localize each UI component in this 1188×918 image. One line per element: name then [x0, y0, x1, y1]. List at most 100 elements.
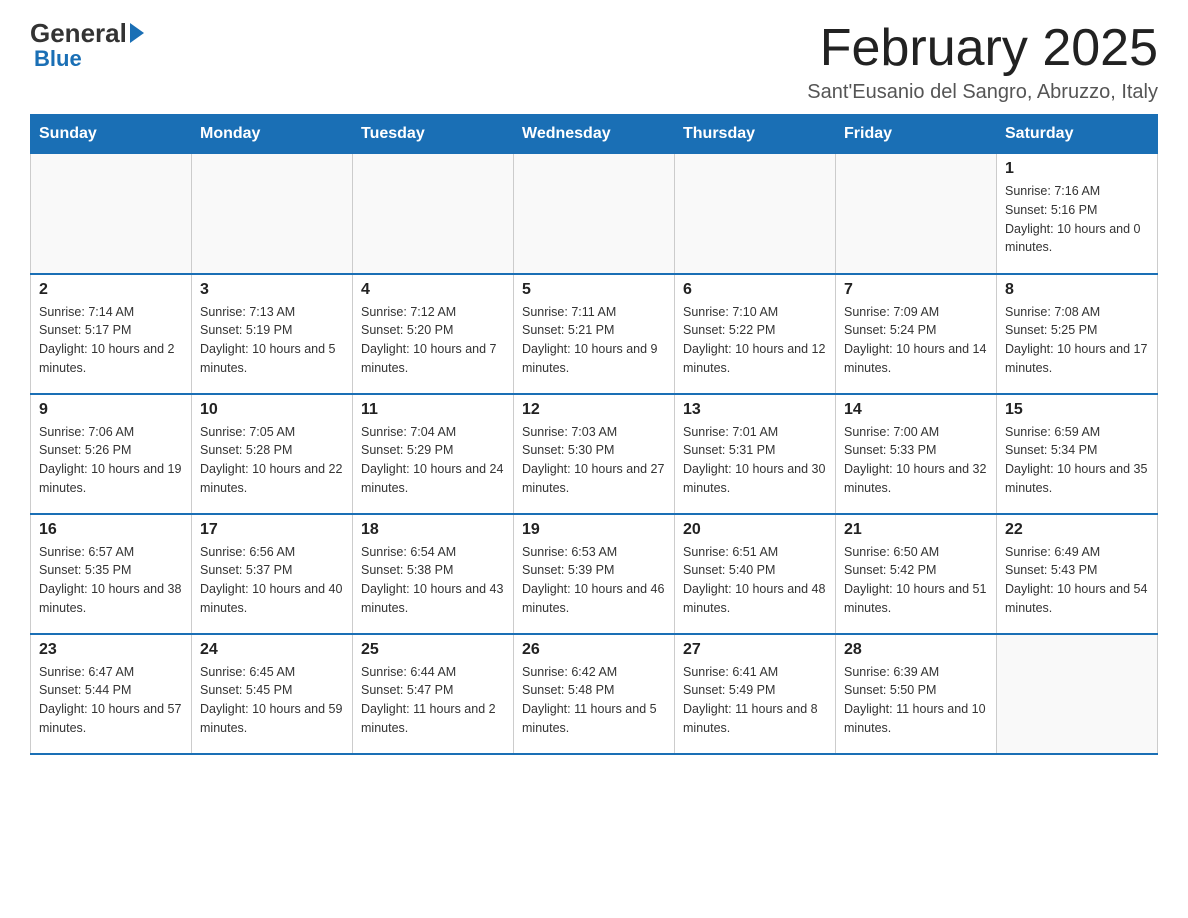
- col-sunday: Sunday: [31, 115, 192, 154]
- day-number-8: 8: [1005, 281, 1149, 299]
- logo-general-text: General: [30, 20, 127, 46]
- day-info-15: Sunrise: 6:59 AM Sunset: 5:34 PM Dayligh…: [1005, 423, 1149, 498]
- day-info-3: Sunrise: 7:13 AM Sunset: 5:19 PM Dayligh…: [200, 303, 344, 378]
- day-info-12: Sunrise: 7:03 AM Sunset: 5:30 PM Dayligh…: [522, 423, 666, 498]
- cell-week4-day2: 25 Sunrise: 6:44 AM Sunset: 5:47 PM Dayli…: [353, 634, 514, 754]
- day-number-18: 18: [361, 521, 505, 539]
- cell-week0-day0: [31, 154, 192, 274]
- day-number-16: 16: [39, 521, 183, 539]
- day-info-1: Sunrise: 7:16 AM Sunset: 5:16 PM Dayligh…: [1005, 182, 1149, 257]
- day-info-24: Sunrise: 6:45 AM Sunset: 5:45 PM Dayligh…: [200, 663, 344, 738]
- day-info-13: Sunrise: 7:01 AM Sunset: 5:31 PM Dayligh…: [683, 423, 827, 498]
- cell-week0-day3: [514, 154, 675, 274]
- cell-week1-day0: 2Sunrise: 7:14 AM Sunset: 5:17 PM Daylig…: [31, 274, 192, 394]
- day-number-10: 10: [200, 401, 344, 419]
- cell-week3-day1: 17Sunrise: 6:56 AM Sunset: 5:37 PM Dayli…: [192, 514, 353, 634]
- day-number-2: 2: [39, 281, 183, 299]
- cell-week1-day4: 6 Sunrise: 7:10 AM Sunset: 5:22 PM Daylig…: [675, 274, 836, 394]
- day-info-18: Sunrise: 6:54 AM Sunset: 5:38 PM Dayligh…: [361, 543, 505, 618]
- location-subtitle: Sant'Eusanio del Sangro, Abruzzo, Italy: [807, 81, 1158, 104]
- col-wednesday: Wednesday: [514, 115, 675, 154]
- cell-week1-day1: 3 Sunrise: 7:13 AM Sunset: 5:19 PM Daylig…: [192, 274, 353, 394]
- day-number-26: 26: [522, 641, 666, 659]
- day-info-14: Sunrise: 7:00 AM Sunset: 5:33 PM Dayligh…: [844, 423, 988, 498]
- week-row-0: 1 Sunrise: 7:16 AM Sunset: 5:16 PM Daylig…: [31, 154, 1158, 274]
- day-number-4: 4: [361, 281, 505, 299]
- day-number-23: 23: [39, 641, 183, 659]
- col-friday: Friday: [836, 115, 997, 154]
- day-info-6: Sunrise: 7:10 AM Sunset: 5:22 PM Dayligh…: [683, 303, 827, 378]
- cell-week1-day2: 4 Sunrise: 7:12 AM Sunset: 5:20 PM Daylig…: [353, 274, 514, 394]
- week-row-1: 2Sunrise: 7:14 AM Sunset: 5:17 PM Daylig…: [31, 274, 1158, 394]
- day-number-19: 19: [522, 521, 666, 539]
- cell-week3-day5: 21 Sunrise: 6:50 AM Sunset: 5:42 PM Dayli…: [836, 514, 997, 634]
- page-header: General Blue February 2025 Sant'Eusanio …: [30, 20, 1158, 104]
- cell-week4-day4: 27Sunrise: 6:41 AM Sunset: 5:49 PM Dayli…: [675, 634, 836, 754]
- day-info-23: Sunrise: 6:47 AM Sunset: 5:44 PM Dayligh…: [39, 663, 183, 738]
- cell-week3-day4: 20Sunrise: 6:51 AM Sunset: 5:40 PM Dayli…: [675, 514, 836, 634]
- cell-week2-day0: 9Sunrise: 7:06 AM Sunset: 5:26 PM Daylig…: [31, 394, 192, 514]
- cell-week3-day3: 19 Sunrise: 6:53 AM Sunset: 5:39 PM Dayli…: [514, 514, 675, 634]
- cell-week3-day6: 22 Sunrise: 6:49 AM Sunset: 5:43 PM Dayli…: [997, 514, 1158, 634]
- day-number-15: 15: [1005, 401, 1149, 419]
- col-tuesday: Tuesday: [353, 115, 514, 154]
- cell-week0-day2: [353, 154, 514, 274]
- col-monday: Monday: [192, 115, 353, 154]
- day-number-28: 28: [844, 641, 988, 659]
- day-info-8: Sunrise: 7:08 AM Sunset: 5:25 PM Dayligh…: [1005, 303, 1149, 378]
- day-info-11: Sunrise: 7:04 AM Sunset: 5:29 PM Dayligh…: [361, 423, 505, 498]
- cell-week2-day5: 14 Sunrise: 7:00 AM Sunset: 5:33 PM Dayli…: [836, 394, 997, 514]
- cell-week1-day6: 8 Sunrise: 7:08 AM Sunset: 5:25 PM Daylig…: [997, 274, 1158, 394]
- cell-week1-day3: 5Sunrise: 7:11 AM Sunset: 5:21 PM Daylig…: [514, 274, 675, 394]
- cell-week4-day3: 26 Sunrise: 6:42 AM Sunset: 5:48 PM Dayli…: [514, 634, 675, 754]
- day-number-24: 24: [200, 641, 344, 659]
- day-info-19: Sunrise: 6:53 AM Sunset: 5:39 PM Dayligh…: [522, 543, 666, 618]
- week-row-3: 16Sunrise: 6:57 AM Sunset: 5:35 PM Dayli…: [31, 514, 1158, 634]
- col-saturday: Saturday: [997, 115, 1158, 154]
- week-row-4: 23 Sunrise: 6:47 AM Sunset: 5:44 PM Dayli…: [31, 634, 1158, 754]
- cell-week4-day1: 24 Sunrise: 6:45 AM Sunset: 5:45 PM Dayli…: [192, 634, 353, 754]
- logo-general: General: [30, 20, 146, 46]
- week-row-2: 9Sunrise: 7:06 AM Sunset: 5:26 PM Daylig…: [31, 394, 1158, 514]
- cell-week0-day4: [675, 154, 836, 274]
- day-info-21: Sunrise: 6:50 AM Sunset: 5:42 PM Dayligh…: [844, 543, 988, 618]
- day-number-14: 14: [844, 401, 988, 419]
- days-of-week-row: Sunday Monday Tuesday Wednesday Thursday…: [31, 115, 1158, 154]
- cell-week4-day5: 28 Sunrise: 6:39 AM Sunset: 5:50 PM Dayli…: [836, 634, 997, 754]
- cell-week0-day1: [192, 154, 353, 274]
- day-number-6: 6: [683, 281, 827, 299]
- day-info-25: Sunrise: 6:44 AM Sunset: 5:47 PM Dayligh…: [361, 663, 505, 738]
- calendar-header: Sunday Monday Tuesday Wednesday Thursday…: [31, 115, 1158, 154]
- cell-week0-day5: [836, 154, 997, 274]
- cell-week1-day5: 7Sunrise: 7:09 AM Sunset: 5:24 PM Daylig…: [836, 274, 997, 394]
- cell-week3-day2: 18 Sunrise: 6:54 AM Sunset: 5:38 PM Dayli…: [353, 514, 514, 634]
- logo-arrow-icon: [130, 23, 144, 43]
- day-number-1: 1: [1005, 160, 1149, 178]
- cell-week4-day6: [997, 634, 1158, 754]
- cell-week2-day6: 15 Sunrise: 6:59 AM Sunset: 5:34 PM Dayli…: [997, 394, 1158, 514]
- day-info-4: Sunrise: 7:12 AM Sunset: 5:20 PM Dayligh…: [361, 303, 505, 378]
- day-info-17: Sunrise: 6:56 AM Sunset: 5:37 PM Dayligh…: [200, 543, 344, 618]
- title-block: February 2025 Sant'Eusanio del Sangro, A…: [807, 20, 1158, 104]
- cell-week3-day0: 16Sunrise: 6:57 AM Sunset: 5:35 PM Dayli…: [31, 514, 192, 634]
- day-number-13: 13: [683, 401, 827, 419]
- day-number-11: 11: [361, 401, 505, 419]
- day-number-20: 20: [683, 521, 827, 539]
- day-number-21: 21: [844, 521, 988, 539]
- day-number-3: 3: [200, 281, 344, 299]
- cell-week2-day4: 13 Sunrise: 7:01 AM Sunset: 5:31 PM Dayli…: [675, 394, 836, 514]
- day-info-27: Sunrise: 6:41 AM Sunset: 5:49 PM Dayligh…: [683, 663, 827, 738]
- calendar-body: 1 Sunrise: 7:16 AM Sunset: 5:16 PM Daylig…: [31, 154, 1158, 754]
- month-title: February 2025: [807, 20, 1158, 77]
- day-number-12: 12: [522, 401, 666, 419]
- cell-week0-day6: 1 Sunrise: 7:16 AM Sunset: 5:16 PM Daylig…: [997, 154, 1158, 274]
- day-info-28: Sunrise: 6:39 AM Sunset: 5:50 PM Dayligh…: [844, 663, 988, 738]
- day-number-7: 7: [844, 281, 988, 299]
- calendar-table: Sunday Monday Tuesday Wednesday Thursday…: [30, 114, 1158, 755]
- col-thursday: Thursday: [675, 115, 836, 154]
- day-number-22: 22: [1005, 521, 1149, 539]
- day-info-22: Sunrise: 6:49 AM Sunset: 5:43 PM Dayligh…: [1005, 543, 1149, 618]
- day-number-25: 25: [361, 641, 505, 659]
- day-info-26: Sunrise: 6:42 AM Sunset: 5:48 PM Dayligh…: [522, 663, 666, 738]
- day-number-5: 5: [522, 281, 666, 299]
